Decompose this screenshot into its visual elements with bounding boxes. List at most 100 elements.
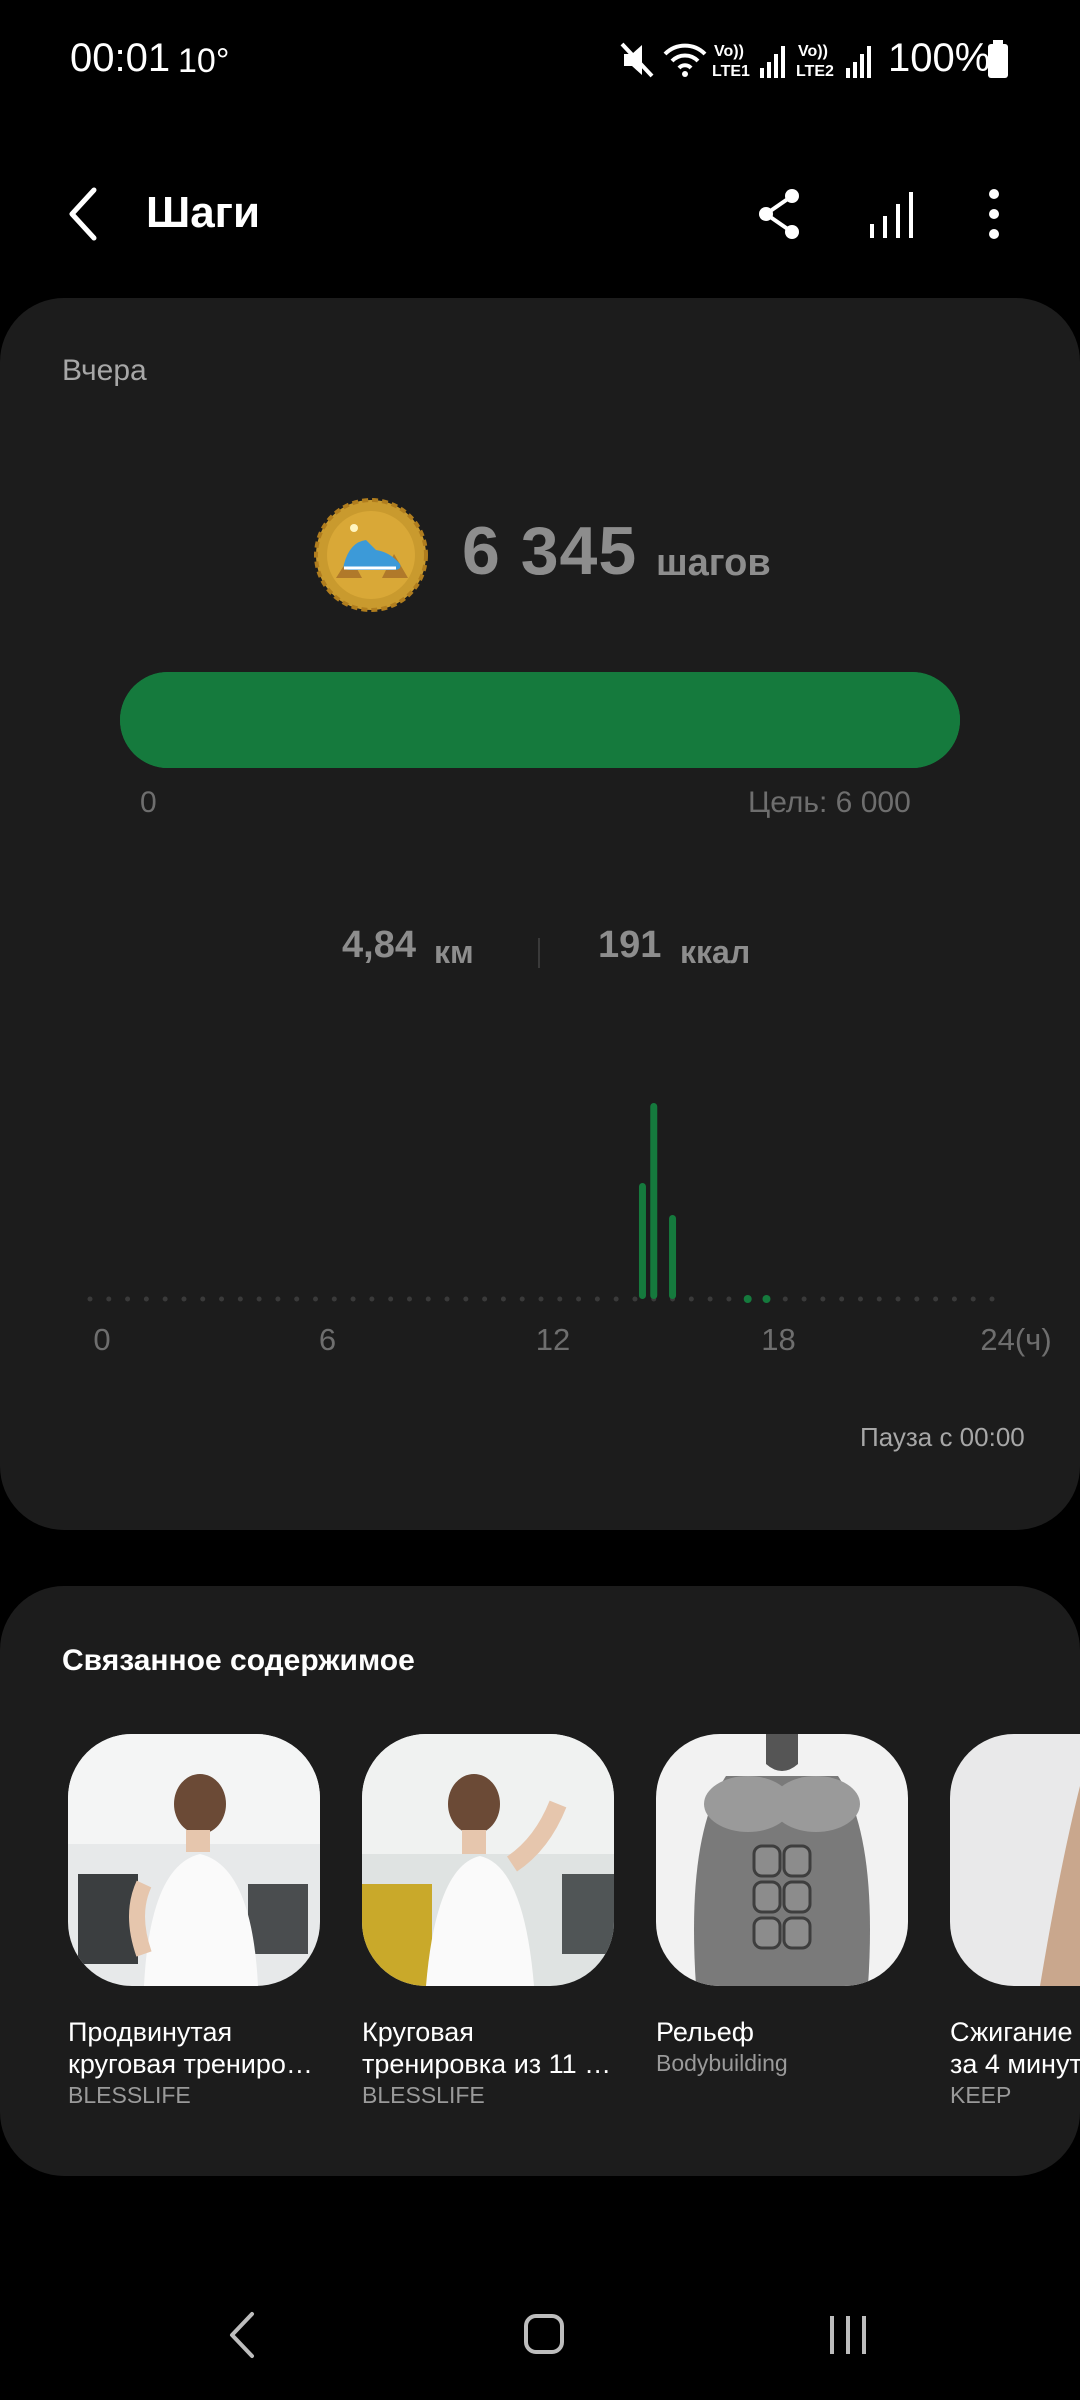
baseline-dot (576, 1296, 582, 1302)
related-item[interactable]: Продвинутая круговая трениро… BLESSLIFE (68, 1734, 320, 2109)
nav-back-button[interactable] (202, 2300, 282, 2370)
signal-icon (760, 46, 785, 78)
related-item-title-2: за 4 минут (950, 2049, 1080, 2079)
goal-label: Цель: 6 000 (748, 786, 911, 819)
baseline-dot (331, 1296, 337, 1302)
baseline-dot (538, 1296, 544, 1302)
baseline-dot (200, 1296, 206, 1302)
workout-image (656, 1734, 908, 1986)
baseline-dot (839, 1296, 845, 1302)
steps-unit: шагов (656, 542, 771, 584)
baseline-dot (557, 1296, 563, 1302)
baseline-dot (162, 1296, 168, 1302)
hour-bar (650, 1103, 658, 1299)
baseline-dot (726, 1296, 732, 1302)
baseline-dot (350, 1296, 356, 1302)
workout-thumbnail (656, 1734, 908, 1986)
back-button[interactable] (62, 186, 110, 242)
baseline-dot (406, 1296, 412, 1302)
baseline-dot (463, 1296, 469, 1302)
baseline-dot (219, 1296, 225, 1302)
workout-image (950, 1734, 1080, 1986)
baseline-dot (895, 1296, 901, 1302)
baseline-dot (933, 1296, 939, 1302)
progress-min-label: 0 (140, 786, 157, 819)
volte-lte2-icon: Vo)) LTE2 (796, 43, 834, 80)
mute-icon (620, 42, 654, 78)
distance-value: 4,84 (342, 924, 416, 966)
workout-image (68, 1734, 320, 1986)
related-content-title: Связанное содержимое (62, 1644, 415, 1677)
baseline-dot (106, 1296, 112, 1302)
baseline-dot (801, 1296, 807, 1302)
related-item[interactable]: Круговая тренировка из 11 … BLESSLIFE (362, 1734, 614, 2109)
baseline-dot (482, 1296, 488, 1302)
related-item-title-1: Круговая (362, 2017, 474, 2047)
baseline-dot (688, 1296, 694, 1302)
baseline-dot (181, 1296, 187, 1302)
baseline-dot (444, 1296, 450, 1302)
svg-text:Vo)): Vo)) (798, 43, 828, 60)
steps-progress-bar (120, 672, 960, 768)
baseline-dot (820, 1296, 826, 1302)
more-icon (989, 189, 999, 239)
x-tick-label: 18 (761, 1322, 795, 1357)
trends-button[interactable] (862, 184, 922, 244)
related-item-source: Bodybuilding (656, 2050, 788, 2076)
hour-bar (638, 1183, 646, 1299)
baseline-dot (857, 1296, 863, 1302)
wifi-icon (663, 43, 707, 77)
baseline-dot (425, 1296, 431, 1302)
workout-thumbnail (362, 1734, 614, 1986)
nav-back-icon (230, 2312, 254, 2358)
more-options-button[interactable] (964, 184, 1024, 244)
hour-bar (669, 1215, 677, 1299)
related-item[interactable]: Сжигание за 4 минут KEEP (950, 1734, 1080, 2109)
x-tick-label: 6 (319, 1322, 336, 1357)
day-label: Вчера (62, 354, 147, 387)
x-tick-label: 24(ч) (980, 1322, 1051, 1357)
baseline-dot (632, 1296, 638, 1302)
related-item[interactable]: Рельеф Bodybuilding (656, 1734, 908, 2077)
baseline-dot (388, 1296, 394, 1302)
baseline-dot (87, 1296, 93, 1302)
volte-lte1-icon: Vo)) LTE1 (712, 43, 750, 80)
baseline-dot (143, 1296, 149, 1302)
workout-image (362, 1734, 614, 1986)
related-item-source: KEEP (950, 2082, 1012, 2108)
baseline-dot (989, 1296, 995, 1302)
nav-recents-button[interactable] (808, 2300, 888, 2370)
page-title: Шаги (146, 188, 261, 237)
calories-unit: ккал (680, 934, 751, 970)
active-minute-dot (762, 1295, 771, 1303)
steps-progress-fill (120, 672, 960, 768)
baseline-dot (256, 1296, 262, 1302)
baseline-dot (613, 1296, 619, 1302)
baseline-dot (951, 1296, 957, 1302)
baseline-dot (313, 1296, 318, 1302)
nav-recents-icon (830, 2316, 866, 2354)
baseline-dot (237, 1296, 243, 1302)
baseline-dot (782, 1296, 788, 1302)
bar-chart-icon (870, 192, 913, 238)
related-item-title-1: Продвинутая (68, 2017, 233, 2047)
baseline-dot (519, 1296, 525, 1302)
calories-value: 191 (598, 924, 662, 966)
back-icon (69, 187, 97, 241)
hourly-steps-chart: 0 6 12 18 24(ч) (87, 1103, 1052, 1357)
nav-home-button[interactable] (504, 2300, 584, 2370)
temperature: 10° (178, 42, 230, 80)
clock: 00:01 (70, 36, 171, 80)
distance-unit: км (434, 934, 474, 970)
svg-text:Vo)): Vo)) (714, 43, 744, 60)
x-tick-label: 0 (93, 1322, 110, 1357)
nav-home-icon (524, 2314, 564, 2354)
steps-count: 6 345 (462, 513, 638, 589)
related-item-title-2: круговая трениро… (68, 2049, 313, 2079)
x-tick-label: 12 (536, 1322, 570, 1357)
svg-text:LTE1: LTE1 (712, 63, 750, 80)
share-button[interactable] (750, 184, 810, 244)
baseline-dot (294, 1296, 300, 1302)
goal-badge-icon (314, 498, 428, 612)
baseline-dot (970, 1296, 976, 1302)
